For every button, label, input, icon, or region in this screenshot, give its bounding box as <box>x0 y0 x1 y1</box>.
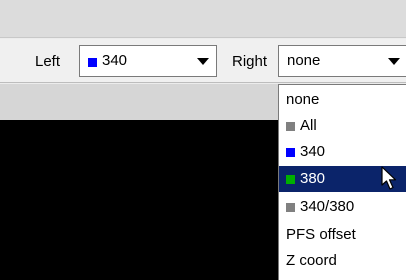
left-channel-color-swatch <box>88 58 97 67</box>
image-view <box>0 120 278 280</box>
left-channel-label: Left <box>35 53 61 70</box>
left-dropdown-button[interactable] <box>192 46 214 76</box>
right-channel-value: none <box>287 52 321 69</box>
chevron-down-icon <box>388 57 400 65</box>
dropdown-option-none[interactable]: none <box>279 87 406 113</box>
dropdown-option-340[interactable]: 340 <box>279 139 406 165</box>
color-swatch <box>286 203 295 212</box>
mouse-pointer-icon <box>381 166 397 190</box>
color-swatch <box>286 175 295 184</box>
right-channel-label: Right <box>232 53 268 70</box>
window-top-band <box>0 0 406 38</box>
dropdown-option-all[interactable]: All <box>279 113 406 139</box>
color-swatch <box>286 122 295 131</box>
right-channel-select[interactable]: none <box>278 45 406 77</box>
chevron-down-icon <box>197 57 209 65</box>
dropdown-option-340-380[interactable]: 340/380 <box>279 194 406 220</box>
channel-toolbar: Left 340 Right none <box>0 39 406 83</box>
color-swatch <box>286 148 295 157</box>
dropdown-option-z-coord[interactable]: Z coord <box>279 248 406 274</box>
left-channel-select[interactable]: 340 <box>79 45 217 77</box>
right-dropdown-button[interactable] <box>383 46 405 76</box>
left-channel-value: 340 <box>102 52 128 69</box>
panel-strip <box>0 84 278 120</box>
dropdown-option-pfs-offset[interactable]: PFS offset <box>279 222 406 248</box>
